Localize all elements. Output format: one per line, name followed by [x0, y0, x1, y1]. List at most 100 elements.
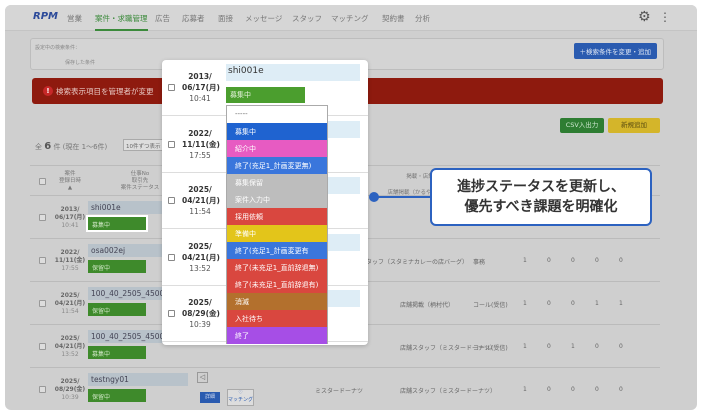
status-option[interactable]: 終了: [227, 327, 327, 344]
status-badge[interactable]: 保留中: [88, 389, 146, 402]
header-job: 仕事No 取引先 案件ステータス: [120, 171, 160, 191]
row-checkbox[interactable]: [168, 253, 175, 261]
date-time: 13:52: [189, 263, 211, 273]
nav-item-jobs[interactable]: 案件・求職管理: [95, 13, 148, 31]
count-total: 6: [44, 141, 52, 152]
count-cell: 0: [619, 257, 623, 264]
date-year: 2025/: [60, 378, 80, 385]
status-badge[interactable]: 保留中: [88, 260, 146, 273]
count-range: (現在 1〜6件): [62, 143, 108, 151]
store-cell: 店舗掲載（柄村代）: [400, 302, 455, 309]
type-cell: 事務: [473, 259, 486, 266]
row-date: 2025/04/21(月) 11:54: [182, 184, 220, 217]
date-year: 2025/: [60, 292, 80, 299]
type-cell: コール(受信): [473, 302, 508, 309]
callout-line-2: 優先すべき課題を明確化: [464, 199, 618, 215]
date-day: 04/21(月): [182, 252, 220, 262]
callout: 進捗ステータスを更新し、 優先すべき課題を明確化: [430, 168, 652, 226]
store-cell: 店舗スタッフ（ミスタードーナツ）: [400, 388, 497, 395]
callout-line-1: 進捗ステータスを更新し、: [457, 179, 625, 195]
count-cell: 0: [571, 300, 575, 307]
row-checkbox[interactable]: [39, 214, 46, 221]
date-year: 2025/: [188, 241, 212, 251]
status-option[interactable]: 消滅: [227, 293, 327, 310]
count-cell: 0: [547, 300, 551, 307]
nav-item-sales[interactable]: 営業: [67, 13, 82, 24]
select-all-checkbox[interactable]: [39, 178, 46, 185]
nav-item-analytics[interactable]: 分析: [415, 13, 430, 24]
row-checkbox[interactable]: [39, 386, 46, 393]
more-menu-icon[interactable]: ⋮: [659, 10, 671, 24]
count-cell: 1: [523, 343, 527, 350]
add-new-button[interactable]: 新規追加: [608, 118, 660, 133]
saved-condition-label[interactable]: 保存した条件: [65, 59, 95, 66]
status-option[interactable]: 募集中: [227, 123, 327, 140]
date-time: 10:39: [189, 320, 211, 329]
nav-item-matching[interactable]: マッチング: [331, 13, 369, 24]
row-checkbox[interactable]: [39, 343, 46, 350]
tag-icon[interactable]: ◁: [197, 372, 208, 383]
status-badge[interactable]: 募集中: [86, 215, 148, 232]
status-option[interactable]: 終了(充足1_計画変更有: [227, 242, 327, 259]
status-badge[interactable]: 保留中: [88, 303, 146, 316]
change-search-button[interactable]: ＋検索条件を変更・追加: [573, 43, 657, 59]
count-cell: 0: [571, 257, 575, 264]
count-suffix: 件: [53, 143, 61, 151]
per-page-select[interactable]: 10件ずつ表示: [123, 139, 167, 151]
logo: RPM: [33, 11, 58, 22]
count-cell: 0: [619, 386, 623, 393]
status-option[interactable]: 紹介中: [227, 140, 327, 157]
row-checkbox[interactable]: [168, 84, 175, 91]
csv-button[interactable]: CSV入出力: [560, 118, 604, 133]
date-year: 2013/: [188, 72, 212, 81]
count-cell: 0: [547, 343, 551, 350]
count-cell: 0: [547, 386, 551, 393]
row-date: 2013/06/17(月) 10:41: [50, 206, 90, 230]
row-date: 2013/06/17(月) 10:41: [182, 71, 220, 104]
callout-connector: [374, 196, 431, 198]
date-day: 11/11(金): [54, 257, 86, 264]
detail-button[interactable]: 詳細: [200, 392, 220, 403]
row-checkbox[interactable]: [168, 140, 175, 148]
nav-item-applicants[interactable]: 応募者: [182, 13, 205, 24]
nav-item-ads[interactable]: 広告: [155, 13, 170, 24]
row-checkbox[interactable]: [168, 310, 175, 317]
status-option[interactable]: 採用依頼: [227, 208, 327, 225]
nav-item-contracts[interactable]: 契約書: [382, 13, 405, 24]
count-cell: 1: [571, 343, 575, 350]
status-option[interactable]: 募集保留: [227, 174, 327, 191]
gear-icon[interactable]: ⚙: [638, 9, 651, 25]
count-cell: 0: [595, 257, 599, 264]
count-cell: 0: [595, 343, 599, 350]
date-time: 17:55: [189, 150, 211, 160]
status-dropdown[interactable]: ----- 募集中 紹介中 終了(充足1_計画変更無) 募集保留 案件入力中 採用依頼 準備中…: [226, 105, 328, 344]
nav-item-interviews[interactable]: 面接: [218, 13, 233, 24]
row-checkbox[interactable]: [168, 197, 175, 204]
date-year: 2025/: [188, 185, 212, 194]
count-cell: 1: [595, 300, 599, 307]
nav-item-staff[interactable]: スタッフ: [292, 13, 322, 24]
status-option[interactable]: 入社待ち: [227, 310, 327, 327]
job-number[interactable]: shi001e: [226, 64, 360, 81]
row-checkbox[interactable]: [39, 257, 46, 264]
alert-text: 検索表示項目を管理者が変更: [56, 87, 154, 96]
count-cell: 0: [619, 343, 623, 350]
job-number[interactable]: testngy01: [88, 373, 188, 386]
status-option[interactable]: 終了(未充足1_直前辞退無): [227, 259, 327, 276]
date-year: 2013/: [60, 206, 80, 213]
status-option[interactable]: 終了(充足1_計画変更無): [227, 157, 327, 174]
date-day: 08/29(金): [182, 309, 220, 318]
status-badge[interactable]: 募集中: [88, 346, 146, 359]
status-option[interactable]: 準備中: [227, 225, 327, 242]
matching-button[interactable]: ♡マッチング: [227, 389, 254, 406]
status-option[interactable]: -----: [227, 106, 327, 123]
status-option[interactable]: 案件入力中: [227, 191, 327, 208]
status-select[interactable]: 募集中: [226, 87, 305, 103]
row-date: 2025/08/29(金) 10:39: [50, 378, 90, 402]
status-option[interactable]: 終了(未充足1_直前辞退有): [227, 276, 327, 293]
client-cell: ミスタードーナツ: [315, 388, 364, 395]
nav-item-messages[interactable]: メッセージ: [245, 13, 282, 24]
date-time: 10:41: [61, 222, 79, 229]
row-checkbox[interactable]: [39, 300, 46, 307]
header-date[interactable]: 案件 登録日時 ▲: [50, 171, 90, 192]
